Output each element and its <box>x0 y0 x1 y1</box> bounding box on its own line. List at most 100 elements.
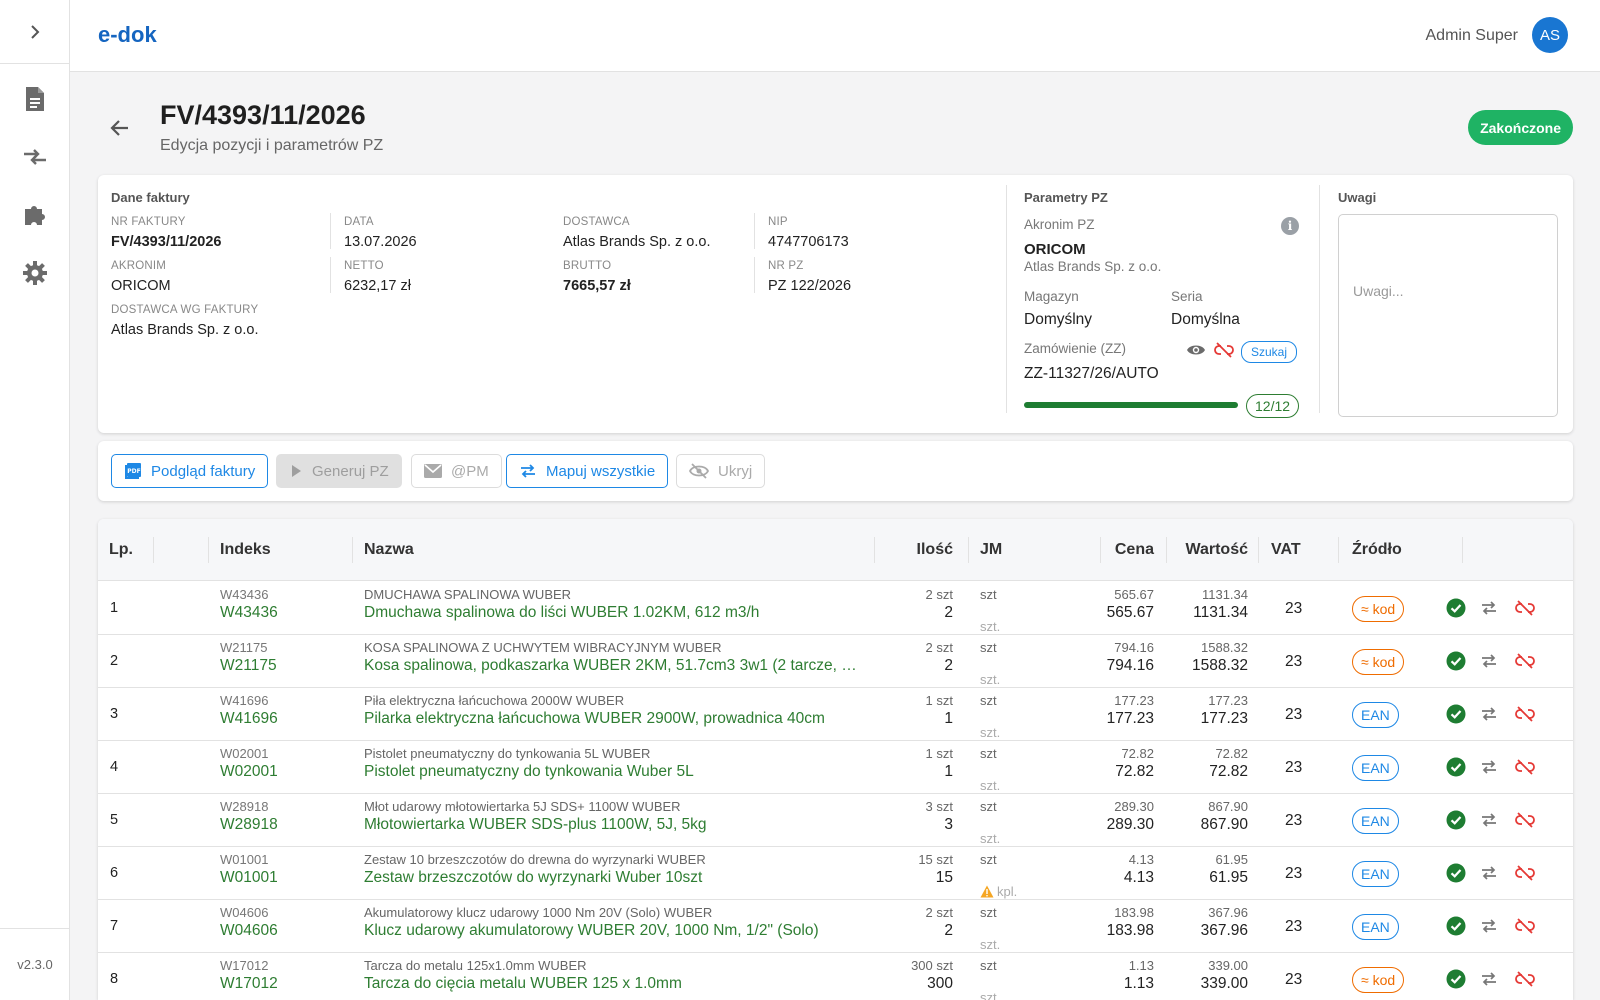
table-row[interactable]: 5 W28918 W28918 Młot udarowy młotowiertarka… <box>98 794 1573 847</box>
row-index[interactable]: W17012 <box>220 975 278 993</box>
row-index-source: W17012 <box>220 958 269 973</box>
row-qty[interactable]: 2 <box>944 922 953 940</box>
sidebar-expand-button[interactable] <box>0 0 69 64</box>
row-remap-button[interactable] <box>1478 650 1500 672</box>
row-jm-target[interactable]: szt. <box>980 725 1000 740</box>
table-row[interactable]: 8 W17012 W17012 Tarcza do metalu 125x1.0mm … <box>98 953 1573 1000</box>
table-row[interactable]: 2 W21175 W21175 KOSA SPALINOWA Z UCHWYTEM W… <box>98 635 1573 688</box>
row-jm-target[interactable]: kpl. <box>980 884 1017 899</box>
sidebar-item-settings[interactable] <box>0 244 70 302</box>
table-row[interactable]: 1 W43436 W43436 DMUCHAWA SPALINOWA WUBER Dmu… <box>98 582 1573 635</box>
row-jm-target[interactable]: szt. <box>980 937 1000 952</box>
row-confirm-button[interactable] <box>1445 915 1467 937</box>
col-cena[interactable]: Cena <box>1115 541 1154 559</box>
col-indeks[interactable]: Indeks <box>220 541 271 559</box>
row-confirm-button[interactable] <box>1445 862 1467 884</box>
row-qty[interactable]: 2 <box>944 604 953 622</box>
avatar[interactable]: AS <box>1532 17 1568 53</box>
col-vat[interactable]: VAT <box>1271 541 1301 559</box>
table-row[interactable]: 6 W01001 W01001 Zestaw 10 brzeszczotów do d… <box>98 847 1573 900</box>
row-remap-button[interactable] <box>1478 597 1500 619</box>
row-lp: 8 <box>110 971 119 987</box>
row-remap-button[interactable] <box>1478 915 1500 937</box>
row-jm-target[interactable]: szt. <box>980 831 1000 846</box>
row-source-badge: EAN <box>1352 702 1399 728</box>
search-order-button[interactable]: Szukaj <box>1241 341 1298 363</box>
row-name[interactable]: Dmuchawa spalinowa do liści WUBER 1.02KM… <box>364 604 864 622</box>
hide-button[interactable]: Ukryj <box>676 454 766 488</box>
row-unlink-button[interactable] <box>1514 756 1536 778</box>
row-jm-target[interactable]: szt. <box>980 990 1000 1000</box>
sidebar-item-mapping[interactable] <box>0 128 70 186</box>
topbar: e-dok Admin Super AS <box>70 0 1600 72</box>
row-index[interactable]: W43436 <box>220 604 278 622</box>
row-index[interactable]: W41696 <box>220 710 278 728</box>
row-index[interactable]: W02001 <box>220 763 278 781</box>
info-icon[interactable]: i <box>1281 217 1299 235</box>
row-index[interactable]: W01001 <box>220 869 278 887</box>
row-jm-target[interactable]: szt. <box>980 619 1000 634</box>
row-unlink-button[interactable] <box>1514 650 1536 672</box>
row-qty[interactable]: 300 <box>927 975 953 993</box>
table-row[interactable]: 3 W41696 W41696 Piła elektryczna łańcuchowa… <box>98 688 1573 741</box>
col-zrodlo[interactable]: Źródło <box>1352 541 1402 559</box>
row-name[interactable]: Tarcza do cięcia metalu WUBER 125 x 1.0m… <box>364 975 864 993</box>
row-remap-button[interactable] <box>1478 968 1500 990</box>
row-confirm-button[interactable] <box>1445 756 1467 778</box>
row-name[interactable]: Kosa spalinowa, podkaszarka WUBER 2KM, 5… <box>364 657 864 675</box>
row-remap-button[interactable] <box>1478 756 1500 778</box>
unlink-order-button[interactable] <box>1214 342 1234 363</box>
preview-invoice-button[interactable]: PDF Podgląd faktury <box>111 454 269 488</box>
app-version: v2.3.0 <box>0 928 70 1000</box>
row-confirm-button[interactable] <box>1445 597 1467 619</box>
col-jm[interactable]: JM <box>980 541 1002 559</box>
row-unlink-button[interactable] <box>1514 862 1536 884</box>
map-all-button[interactable]: Mapuj wszystkie <box>506 454 669 488</box>
magazyn-select[interactable]: Domyślny <box>1024 311 1092 329</box>
row-confirm-button[interactable] <box>1445 809 1467 831</box>
col-lp[interactable]: Lp. <box>109 541 133 559</box>
map-all-label: Mapuj wszystkie <box>546 462 656 480</box>
col-nazwa[interactable]: Nazwa <box>364 541 414 559</box>
row-unlink-button[interactable] <box>1514 968 1536 990</box>
row-unlink-button[interactable] <box>1514 597 1536 619</box>
table-row[interactable]: 4 W02001 W02001 Pistolet pneumatyczny do ty… <box>98 741 1573 794</box>
view-order-button[interactable] <box>1186 342 1206 363</box>
row-jm-target[interactable]: szt. <box>980 778 1000 793</box>
row-qty[interactable]: 1 <box>944 763 953 781</box>
row-name[interactable]: Młotowiertarka WUBER SDS-plus 1100W, 5J,… <box>364 816 864 834</box>
row-qty[interactable]: 15 <box>936 869 953 887</box>
generate-pz-button[interactable]: Generuj PZ <box>276 454 402 488</box>
row-name[interactable]: Pistolet pneumatyczny do tynkowania Wube… <box>364 763 864 781</box>
col-ilosc[interactable]: Ilość <box>917 541 953 559</box>
row-qty[interactable]: 1 <box>944 710 953 728</box>
seria-select[interactable]: Domyślna <box>1171 311 1240 329</box>
row-index[interactable]: W21175 <box>220 657 277 675</box>
row-name[interactable]: Klucz udarowy akumulatorowy WUBER 20V, 1… <box>364 922 864 940</box>
row-remap-button[interactable] <box>1478 703 1500 725</box>
row-remap-button[interactable] <box>1478 862 1500 884</box>
row-confirm-button[interactable] <box>1445 703 1467 725</box>
sidebar-item-extensions[interactable] <box>0 186 70 244</box>
brand-logo[interactable]: e-dok <box>98 22 157 48</box>
row-unlink-button[interactable] <box>1514 809 1536 831</box>
row-qty[interactable]: 2 <box>944 657 953 675</box>
row-unlink-button[interactable] <box>1514 703 1536 725</box>
uwagi-textarea[interactable] <box>1338 214 1558 417</box>
email-pm-button[interactable]: @PM <box>411 454 502 488</box>
col-wartosc[interactable]: Wartość <box>1185 541 1248 559</box>
row-unlink-button[interactable] <box>1514 915 1536 937</box>
row-index[interactable]: W28918 <box>220 816 278 834</box>
table-row[interactable]: 7 W04606 W04606 Akumulatorowy klucz udarowy… <box>98 900 1573 953</box>
warning-icon <box>980 885 994 898</box>
row-name[interactable]: Pilarka elektryczna łańcuchowa WUBER 290… <box>364 710 864 728</box>
row-name[interactable]: Zestaw brzeszczotów do wyrzynarki Wuber … <box>364 869 864 887</box>
sidebar-item-documents[interactable] <box>0 70 70 128</box>
row-qty[interactable]: 3 <box>944 816 953 834</box>
row-confirm-button[interactable] <box>1445 968 1467 990</box>
row-remap-button[interactable] <box>1478 809 1500 831</box>
row-confirm-button[interactable] <box>1445 650 1467 672</box>
back-button[interactable] <box>108 116 132 140</box>
row-jm-target[interactable]: szt. <box>980 672 1000 687</box>
row-index[interactable]: W04606 <box>220 922 278 940</box>
